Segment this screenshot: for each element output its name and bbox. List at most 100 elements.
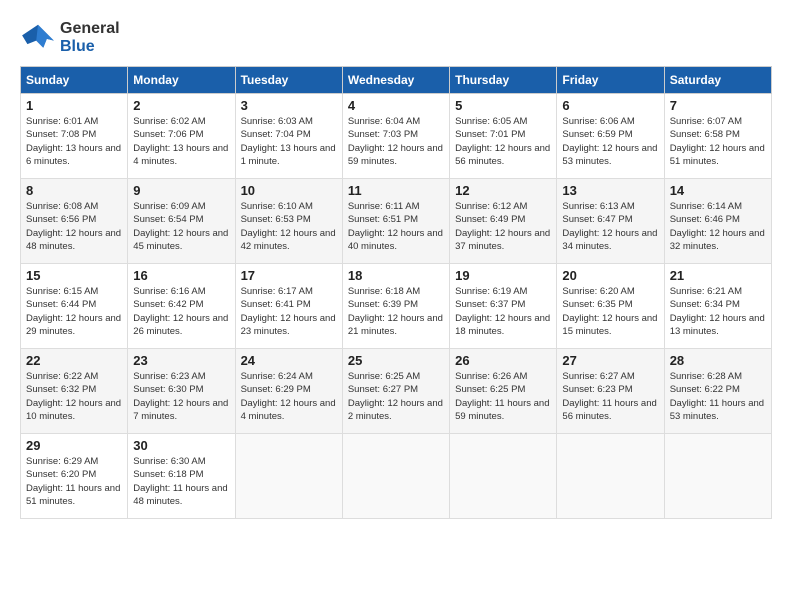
calendar-cell: 8Sunrise: 6:08 AMSunset: 6:56 PMDaylight… — [21, 179, 128, 264]
day-info: Sunrise: 6:18 AMSunset: 6:39 PMDaylight:… — [348, 285, 444, 338]
day-info: Sunrise: 6:23 AMSunset: 6:30 PMDaylight:… — [133, 370, 229, 423]
col-header-friday: Friday — [557, 67, 664, 94]
calendar-cell: 10 Sunrise: 6:10 AMSunset: 6:53 PMDayligh… — [235, 179, 342, 264]
calendar-cell: 12 Sunrise: 6:12 AMSunset: 6:49 PMDayligh… — [450, 179, 557, 264]
day-number: 14 — [670, 183, 766, 198]
day-info: Sunrise: 6:01 AMSunset: 7:08 PMDaylight:… — [26, 115, 122, 168]
calendar-cell: 17 Sunrise: 6:17 AMSunset: 6:41 PMDayligh… — [235, 264, 342, 349]
day-number: 12 — [455, 183, 551, 198]
calendar-week-row: 22 Sunrise: 6:22 AMSunset: 6:32 PMDayligh… — [21, 349, 772, 434]
day-info: Sunrise: 6:30 AMSunset: 6:18 PMDaylight:… — [133, 455, 229, 508]
day-info: Sunrise: 6:11 AMSunset: 6:51 PMDaylight:… — [348, 200, 444, 253]
calendar-cell: 5 Sunrise: 6:05 AMSunset: 7:01 PMDaylight… — [450, 94, 557, 179]
day-info: Sunrise: 6:28 AMSunset: 6:22 PMDaylight:… — [670, 370, 766, 423]
day-info: Sunrise: 6:24 AMSunset: 6:29 PMDaylight:… — [241, 370, 337, 423]
day-info: Sunrise: 6:06 AMSunset: 6:59 PMDaylight:… — [562, 115, 658, 168]
day-number: 5 — [455, 98, 551, 113]
calendar-header-row: SundayMondayTuesdayWednesdayThursdayFrid… — [21, 67, 772, 94]
day-number: 30 — [133, 438, 229, 453]
calendar-cell — [342, 434, 449, 519]
day-info: Sunrise: 6:10 AMSunset: 6:53 PMDaylight:… — [241, 200, 337, 253]
day-info: Sunrise: 6:27 AMSunset: 6:23 PMDaylight:… — [562, 370, 658, 423]
col-header-monday: Monday — [128, 67, 235, 94]
day-info: Sunrise: 6:12 AMSunset: 6:49 PMDaylight:… — [455, 200, 551, 253]
day-number: 6 — [562, 98, 658, 113]
day-number: 8 — [26, 183, 122, 198]
day-info: Sunrise: 6:22 AMSunset: 6:32 PMDaylight:… — [26, 370, 122, 423]
day-number: 20 — [562, 268, 658, 283]
calendar-cell: 7 Sunrise: 6:07 AMSunset: 6:58 PMDaylight… — [664, 94, 771, 179]
calendar-cell: 23 Sunrise: 6:23 AMSunset: 6:30 PMDayligh… — [128, 349, 235, 434]
calendar-cell: 22 Sunrise: 6:22 AMSunset: 6:32 PMDayligh… — [21, 349, 128, 434]
day-info: Sunrise: 6:09 AMSunset: 6:54 PMDaylight:… — [133, 200, 229, 253]
logo: General Blue — [20, 20, 120, 56]
day-info: Sunrise: 6:05 AMSunset: 7:01 PMDaylight:… — [455, 115, 551, 168]
day-info: Sunrise: 6:17 AMSunset: 6:41 PMDaylight:… — [241, 285, 337, 338]
day-number: 13 — [562, 183, 658, 198]
col-header-wednesday: Wednesday — [342, 67, 449, 94]
col-header-tuesday: Tuesday — [235, 67, 342, 94]
day-number: 10 — [241, 183, 337, 198]
day-number: 4 — [348, 98, 444, 113]
col-header-thursday: Thursday — [450, 67, 557, 94]
calendar-cell: 9Sunrise: 6:09 AMSunset: 6:54 PMDaylight… — [128, 179, 235, 264]
calendar-cell: 11 Sunrise: 6:11 AMSunset: 6:51 PMDayligh… — [342, 179, 449, 264]
day-number: 19 — [455, 268, 551, 283]
day-info: Sunrise: 6:20 AMSunset: 6:35 PMDaylight:… — [562, 285, 658, 338]
day-info: Sunrise: 6:19 AMSunset: 6:37 PMDaylight:… — [455, 285, 551, 338]
day-number: 24 — [241, 353, 337, 368]
day-info: Sunrise: 6:15 AMSunset: 6:44 PMDaylight:… — [26, 285, 122, 338]
day-info: Sunrise: 6:03 AMSunset: 7:04 PMDaylight:… — [241, 115, 337, 168]
calendar-cell: 4 Sunrise: 6:04 AMSunset: 7:03 PMDaylight… — [342, 94, 449, 179]
calendar-cell: 20 Sunrise: 6:20 AMSunset: 6:35 PMDayligh… — [557, 264, 664, 349]
day-number: 25 — [348, 353, 444, 368]
day-number: 2 — [133, 98, 229, 113]
calendar-cell — [557, 434, 664, 519]
logo-icon — [20, 23, 56, 53]
col-header-saturday: Saturday — [664, 67, 771, 94]
day-info: Sunrise: 6:07 AMSunset: 6:58 PMDaylight:… — [670, 115, 766, 168]
calendar-cell: 28Sunrise: 6:28 AMSunset: 6:22 PMDayligh… — [664, 349, 771, 434]
calendar-cell: 2Sunrise: 6:02 AMSunset: 7:06 PMDaylight… — [128, 94, 235, 179]
calendar-cell — [664, 434, 771, 519]
day-number: 29 — [26, 438, 122, 453]
calendar-table: SundayMondayTuesdayWednesdayThursdayFrid… — [20, 66, 772, 519]
logo-text: General Blue — [60, 20, 120, 56]
calendar-cell: 3 Sunrise: 6:03 AMSunset: 7:04 PMDaylight… — [235, 94, 342, 179]
day-number: 7 — [670, 98, 766, 113]
day-number: 17 — [241, 268, 337, 283]
day-number: 15 — [26, 268, 122, 283]
calendar-cell: 25Sunrise: 6:25 AMSunset: 6:27 PMDayligh… — [342, 349, 449, 434]
page-header: General Blue — [20, 20, 772, 56]
day-number: 16 — [133, 268, 229, 283]
calendar-week-row: 29 Sunrise: 6:29 AMSunset: 6:20 PMDayligh… — [21, 434, 772, 519]
day-number: 22 — [26, 353, 122, 368]
calendar-cell: 1Sunrise: 6:01 AMSunset: 7:08 PMDaylight… — [21, 94, 128, 179]
calendar-cell: 13 Sunrise: 6:13 AMSunset: 6:47 PMDayligh… — [557, 179, 664, 264]
day-info: Sunrise: 6:04 AMSunset: 7:03 PMDaylight:… — [348, 115, 444, 168]
calendar-cell: 30 Sunrise: 6:30 AMSunset: 6:18 PMDayligh… — [128, 434, 235, 519]
calendar-cell: 19 Sunrise: 6:19 AMSunset: 6:37 PMDayligh… — [450, 264, 557, 349]
calendar-cell: 24 Sunrise: 6:24 AMSunset: 6:29 PMDayligh… — [235, 349, 342, 434]
calendar-cell: 6 Sunrise: 6:06 AMSunset: 6:59 PMDaylight… — [557, 94, 664, 179]
calendar-cell: 29 Sunrise: 6:29 AMSunset: 6:20 PMDayligh… — [21, 434, 128, 519]
calendar-cell: 16Sunrise: 6:16 AMSunset: 6:42 PMDayligh… — [128, 264, 235, 349]
day-number: 18 — [348, 268, 444, 283]
calendar-week-row: 1Sunrise: 6:01 AMSunset: 7:08 PMDaylight… — [21, 94, 772, 179]
day-info: Sunrise: 6:26 AMSunset: 6:25 PMDaylight:… — [455, 370, 551, 423]
calendar-week-row: 15 Sunrise: 6:15 AMSunset: 6:44 PMDayligh… — [21, 264, 772, 349]
calendar-cell: 14Sunrise: 6:14 AMSunset: 6:46 PMDayligh… — [664, 179, 771, 264]
calendar-cell — [235, 434, 342, 519]
day-number: 23 — [133, 353, 229, 368]
day-info: Sunrise: 6:13 AMSunset: 6:47 PMDaylight:… — [562, 200, 658, 253]
day-info: Sunrise: 6:29 AMSunset: 6:20 PMDaylight:… — [26, 455, 122, 508]
day-number: 26 — [455, 353, 551, 368]
calendar-cell: 27Sunrise: 6:27 AMSunset: 6:23 PMDayligh… — [557, 349, 664, 434]
calendar-cell: 18 Sunrise: 6:18 AMSunset: 6:39 PMDayligh… — [342, 264, 449, 349]
col-header-sunday: Sunday — [21, 67, 128, 94]
day-number: 11 — [348, 183, 444, 198]
calendar-cell: 21 Sunrise: 6:21 AMSunset: 6:34 PMDayligh… — [664, 264, 771, 349]
day-number: 3 — [241, 98, 337, 113]
day-info: Sunrise: 6:21 AMSunset: 6:34 PMDaylight:… — [670, 285, 766, 338]
day-number: 21 — [670, 268, 766, 283]
